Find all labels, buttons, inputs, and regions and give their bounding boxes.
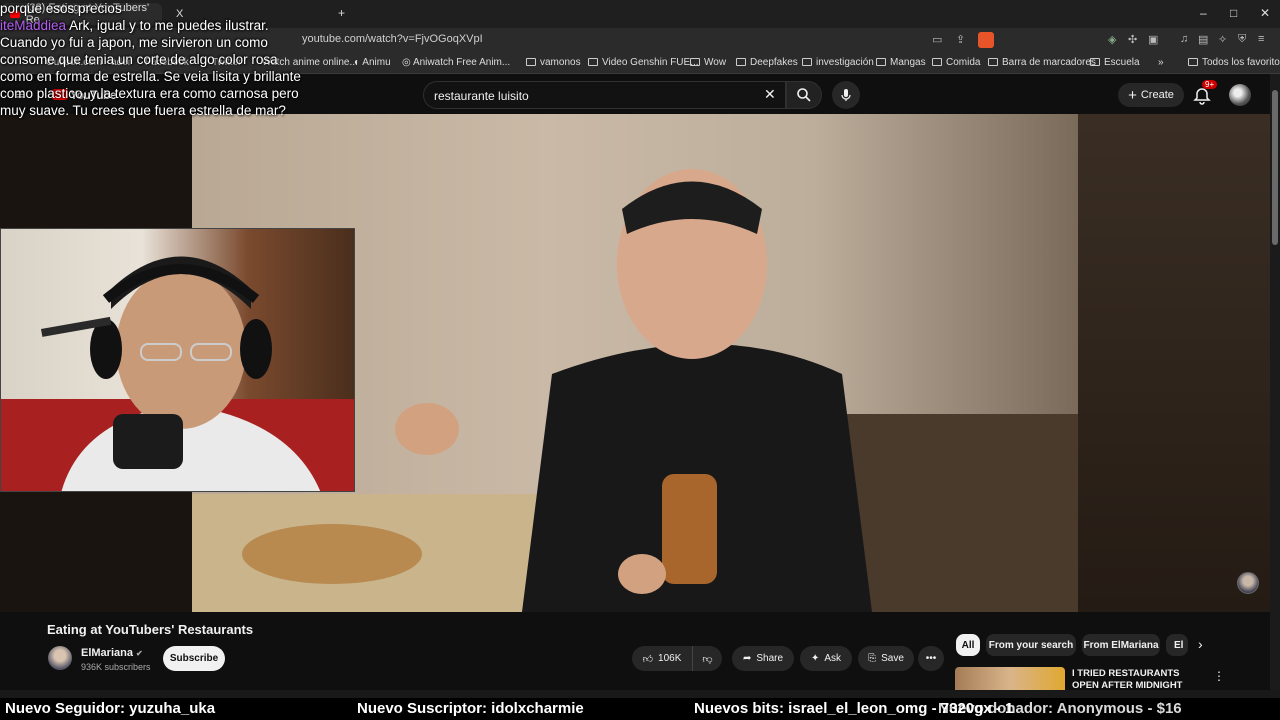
scrollbar-thumb[interactable]: [1272, 90, 1278, 245]
chip-from-search[interactable]: From your search: [986, 634, 1076, 656]
minimize-icon[interactable]: –: [1200, 6, 1207, 20]
notification-badge: 9+: [1202, 80, 1218, 89]
leo-icon[interactable]: ✧: [1218, 33, 1227, 46]
thumbs-up-icon: 👍︎: [642, 653, 654, 665]
create-label: Create: [1140, 89, 1174, 101]
recommendation-thumbnail[interactable]: [955, 667, 1065, 690]
plus-icon: +: [1128, 86, 1137, 104]
chip-from-channel[interactable]: From ElMariana: [1082, 634, 1160, 656]
channel-name[interactable]: ElMariana ✔: [81, 647, 143, 659]
menu-icon[interactable]: ≡: [1258, 33, 1264, 45]
bookmark-todos[interactable]: Todos los favoritos: [1188, 57, 1280, 68]
folder-icon: [588, 58, 598, 66]
sidebar-icon[interactable]: ▣: [1148, 33, 1158, 46]
share-icon: ➦: [742, 653, 752, 664]
bookmark-wow[interactable]: Wow: [690, 57, 726, 68]
bookmark-deepfakes[interactable]: Deepfakes: [736, 57, 798, 68]
folder-icon: [876, 58, 886, 66]
ticker-subscriber: Nuevo Suscriptor: idolxcharmie: [357, 700, 584, 717]
search-box[interactable]: restaurante luisito ✕: [423, 81, 786, 109]
folder-icon: [988, 58, 998, 66]
verified-icon: ✔: [136, 649, 143, 658]
save-button[interactable]: ⎘ Save: [858, 646, 914, 671]
chat-message-text: Ark, igual y to me puedes ilustrar. Cuan…: [0, 18, 301, 118]
bookmark-genshin[interactable]: Video Genshin FUE...: [588, 57, 699, 68]
chevron-right-icon[interactable]: ›: [1198, 636, 1203, 652]
folder-icon: [1188, 58, 1198, 66]
channel-avatar[interactable]: [48, 646, 72, 670]
bookmark-comida[interactable]: Comida: [932, 57, 980, 68]
more-actions-button[interactable]: •••: [918, 646, 944, 671]
cast-icon[interactable]: ▭: [932, 33, 942, 46]
chip-all[interactable]: All: [956, 634, 980, 656]
bookmark-investigacion[interactable]: investigación: [802, 57, 874, 68]
video-ambient-right: [1078, 114, 1270, 612]
bell-icon[interactable]: [1192, 86, 1212, 106]
bookmark-barra[interactable]: Barra de marcadores: [988, 57, 1096, 68]
ask-label: Ask: [824, 653, 842, 664]
ask-button[interactable]: ✦ Ask: [800, 646, 852, 671]
url-field[interactable]: youtube.com/watch?v=FjvOGoqXVpI: [302, 33, 483, 45]
search-input[interactable]: restaurante luisito: [434, 89, 529, 103]
folder-icon: [1090, 58, 1100, 66]
subscribe-button[interactable]: Subscribe: [163, 646, 225, 671]
bookmark-icon: ⎘: [868, 653, 877, 664]
mic-icon: [841, 89, 851, 101]
stream-chat-overlay: porque esos precios iteMaddiea Ark, igua…: [0, 0, 310, 119]
video-title: Eating at YouTubers' Restaurants: [47, 622, 254, 637]
close-window-icon[interactable]: ✕: [1260, 6, 1270, 20]
streamer-webcam: [0, 228, 355, 492]
ticker-follower: Nuevo Seguidor: yuzuha_uka: [5, 700, 216, 717]
maximize-icon[interactable]: □: [1230, 6, 1237, 20]
brave-shield-icon[interactable]: [978, 32, 994, 48]
voice-search-button[interactable]: [832, 81, 860, 109]
folder-icon: [690, 58, 700, 66]
vpn-icon[interactable]: ⛨: [1238, 33, 1246, 46]
like-button[interactable]: 👍︎ 106K: [632, 646, 692, 671]
chat-line: porque esos precios: [0, 1, 122, 16]
clear-search-icon[interactable]: ✕: [764, 86, 776, 103]
share-label: Share: [756, 653, 784, 664]
account-avatar[interactable]: [1229, 84, 1251, 106]
folder-icon: [932, 58, 942, 66]
save-label: Save: [881, 653, 904, 664]
folder-icon: [736, 58, 746, 66]
bookmark-animu[interactable]: ◐ Animu: [354, 57, 391, 68]
bookmark-vamonos[interactable]: vamonos: [526, 57, 581, 68]
ticker-donor: Nuevo donador: Anonymous - $16: [938, 700, 1182, 717]
kebab-menu-icon[interactable]: ⋮: [1213, 669, 1225, 683]
chip-el[interactable]: El: [1166, 634, 1188, 656]
ticker-divider: [0, 690, 1280, 698]
folder-icon: [526, 58, 536, 66]
search-button[interactable]: [786, 81, 822, 109]
share-button[interactable]: ➦ Share: [732, 646, 794, 671]
like-count: 106K: [658, 653, 682, 664]
webcam-image: [1, 256, 354, 491]
bookmark-mangas[interactable]: Mangas: [876, 57, 926, 68]
sparkle-icon: ✦: [810, 653, 820, 664]
bookmark-escuela[interactable]: Escuela: [1090, 57, 1140, 68]
chat-message: iteMaddiea Ark, igual y to me puedes ilu…: [0, 17, 310, 119]
thumbs-down-icon: 👎︎: [702, 653, 713, 665]
new-tab-icon[interactable]: +: [338, 6, 345, 20]
music-icon[interactable]: ♫: [1180, 33, 1188, 45]
stream-event-ticker: Nuevo Seguidor: yuzuha_uka Nuevo Suscrip…: [0, 698, 1280, 720]
ellipsis-icon: •••: [925, 653, 937, 664]
dislike-button[interactable]: 👎︎: [692, 646, 722, 671]
recommendation-title[interactable]: I TRIED RESTAURANTS OPEN AFTER MIDNIGHT: [1072, 668, 1207, 692]
floating-avatar[interactable]: [1237, 572, 1259, 594]
share-page-icon[interactable]: ⇪: [956, 33, 965, 46]
create-button[interactable]: + Create: [1118, 83, 1184, 107]
chat-username: iteMaddiea: [0, 18, 67, 33]
puzzle-icon[interactable]: ✣: [1128, 33, 1137, 46]
folder-icon: [802, 58, 812, 66]
search-icon: [797, 88, 811, 102]
bookmark-aniwatch[interactable]: ◎ Aniwatch Free Anim...: [402, 57, 510, 68]
subscriber-count: 936K subscribers: [81, 662, 151, 672]
extension-icon[interactable]: ◈: [1108, 33, 1116, 46]
bookmarks-overflow-icon[interactable]: »: [1158, 57, 1164, 68]
wallet-icon[interactable]: ▤: [1198, 33, 1208, 46]
